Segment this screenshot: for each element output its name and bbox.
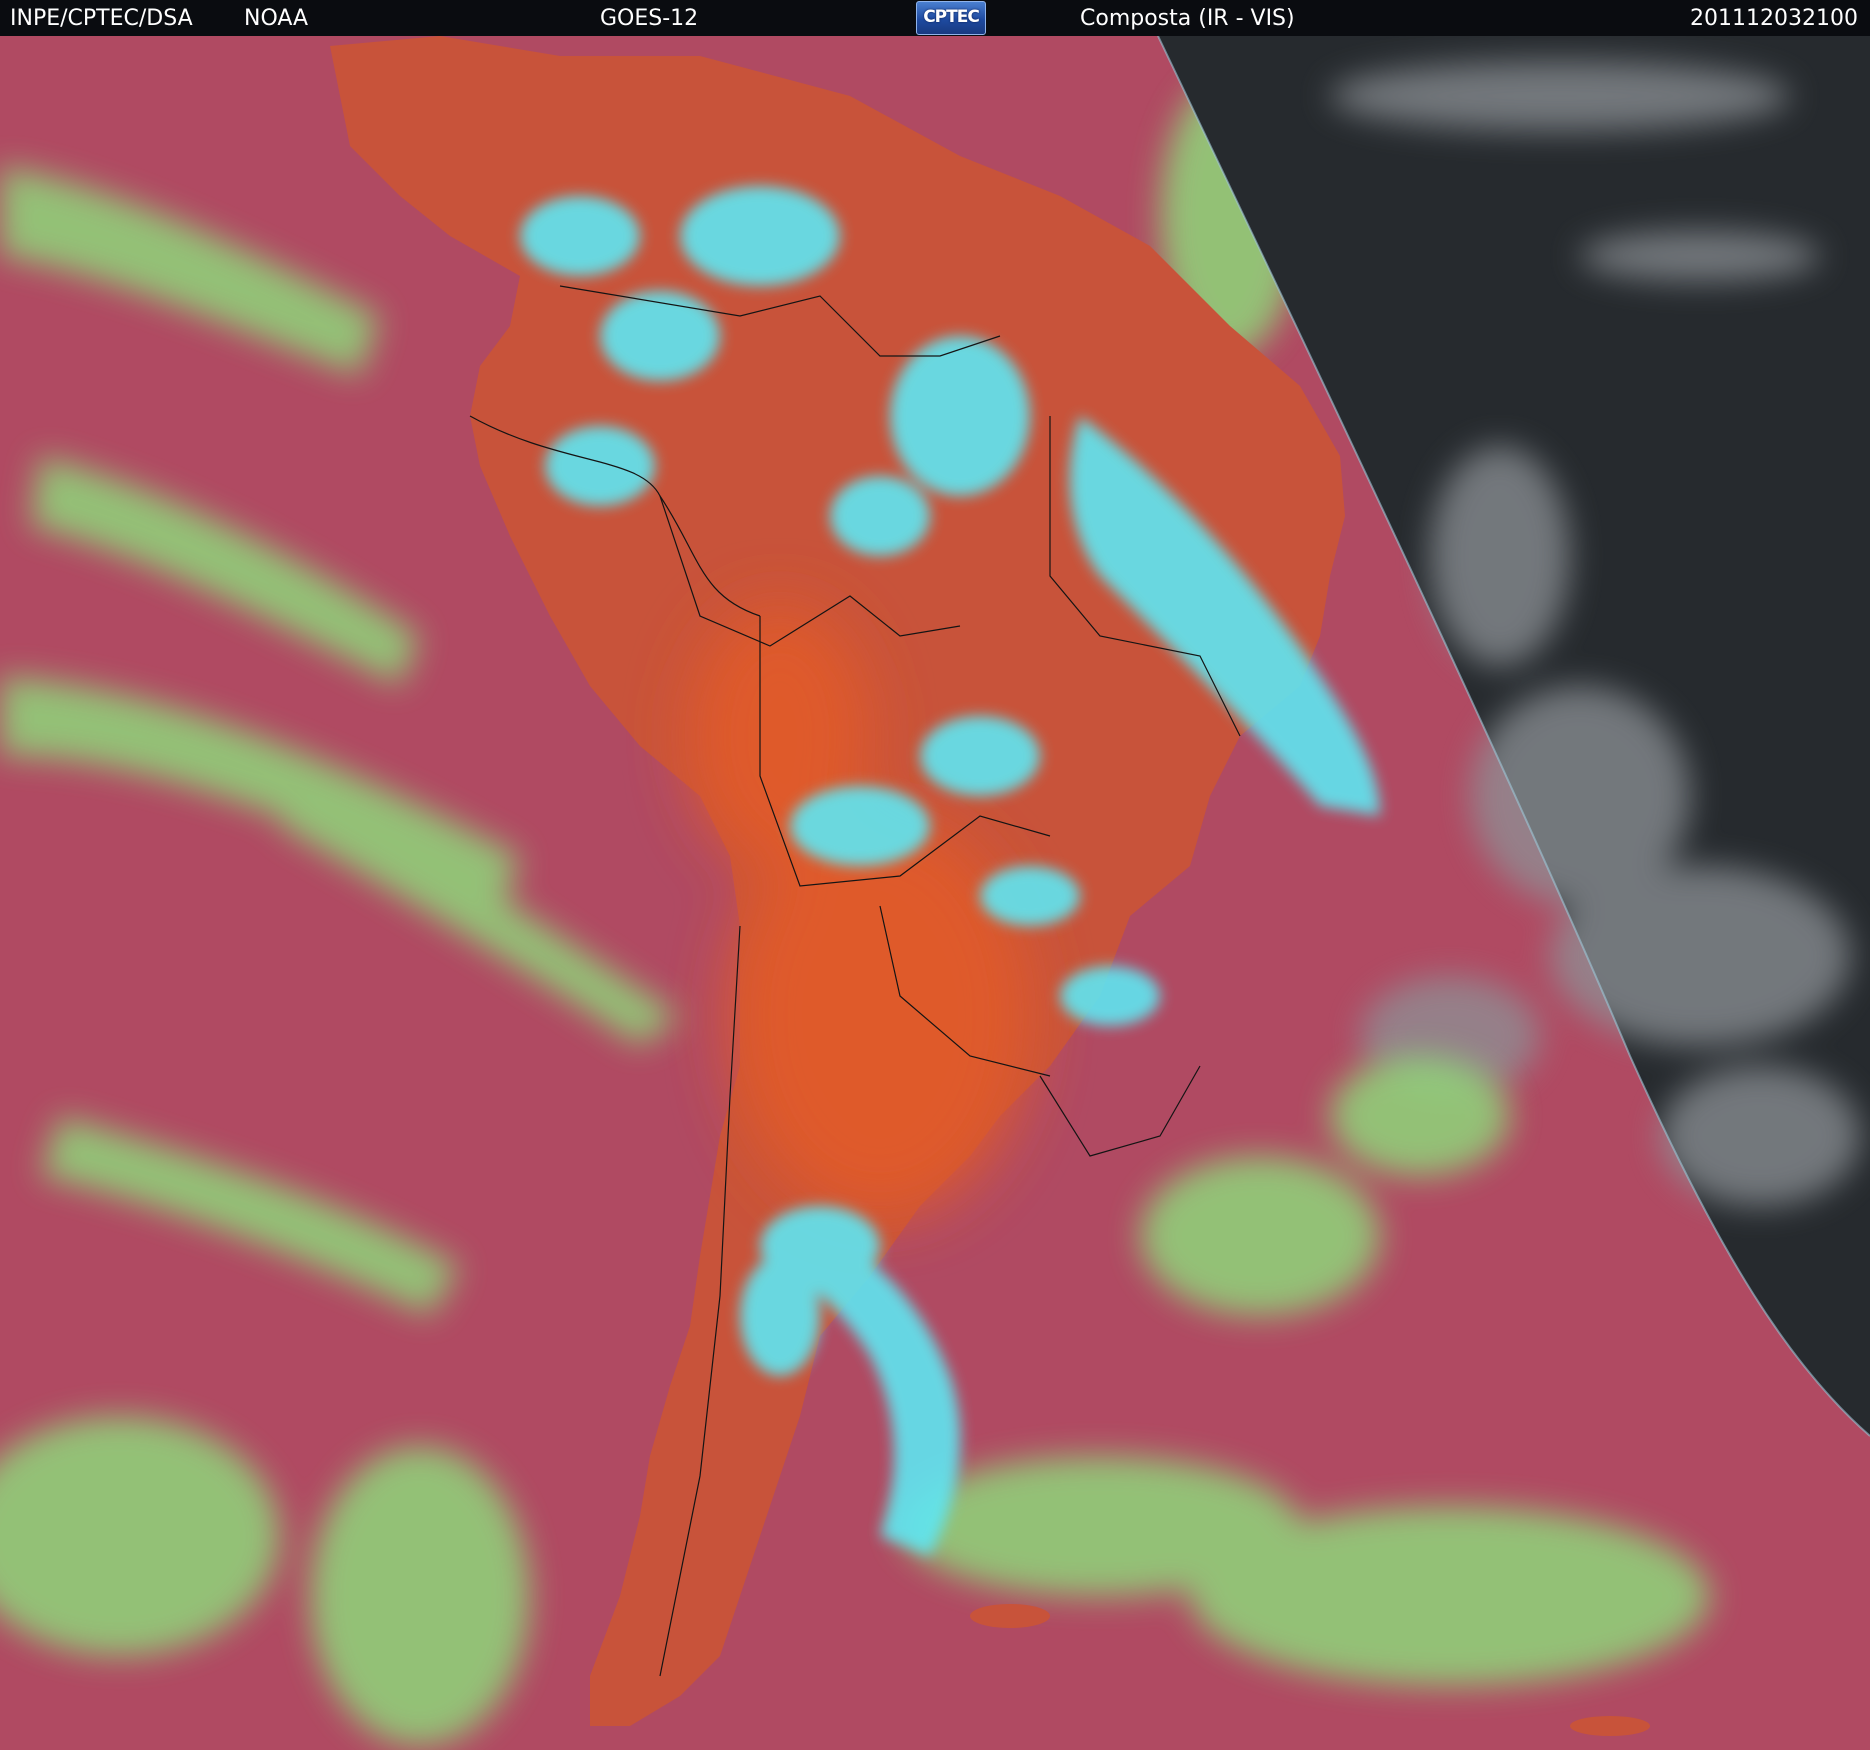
cloud-patch — [1190, 1506, 1710, 1686]
satellite-map — [0, 36, 1870, 1750]
falkland-islands — [970, 1604, 1050, 1628]
cloud-cell — [680, 186, 840, 286]
cptec-logo-icon: CPTEC — [916, 1, 986, 35]
night-cloud — [1550, 866, 1850, 1046]
cloud-cell — [980, 866, 1080, 926]
cloud-cell — [890, 336, 1030, 496]
logo-text: CPTEC — [923, 7, 980, 27]
cloud-patch — [1330, 1056, 1510, 1176]
warm-land — [730, 816, 1030, 1216]
satellite-image — [0, 36, 1870, 1750]
south-georgia-island — [1570, 1716, 1650, 1736]
header-product: Composta (IR - VIS) — [1080, 6, 1295, 31]
header-timestamp: 201112032100 — [1690, 6, 1858, 31]
cloud-cell — [1060, 966, 1160, 1026]
night-cloud — [1330, 61, 1790, 131]
night-cloud — [1660, 1066, 1860, 1206]
cloud-cell — [920, 716, 1040, 796]
header-satellite: GOES-12 — [600, 6, 699, 31]
image-header: INPE/CPTEC/DSA NOAA GOES-12 CPTEC Compos… — [0, 0, 1870, 36]
cloud-patch — [310, 1446, 530, 1746]
cloud-cell — [740, 1256, 820, 1376]
cloud-cell — [830, 476, 930, 556]
cloud-cell — [520, 196, 640, 276]
header-organization: INPE/CPTEC/DSA — [10, 6, 193, 31]
cloud-cell — [600, 291, 720, 381]
header-agency: NOAA — [244, 6, 309, 31]
night-cloud — [1430, 446, 1570, 666]
cloud-cell — [790, 786, 930, 866]
night-cloud — [1580, 231, 1820, 281]
cloud-patch — [1140, 1156, 1380, 1316]
cloud-cell — [545, 426, 655, 506]
